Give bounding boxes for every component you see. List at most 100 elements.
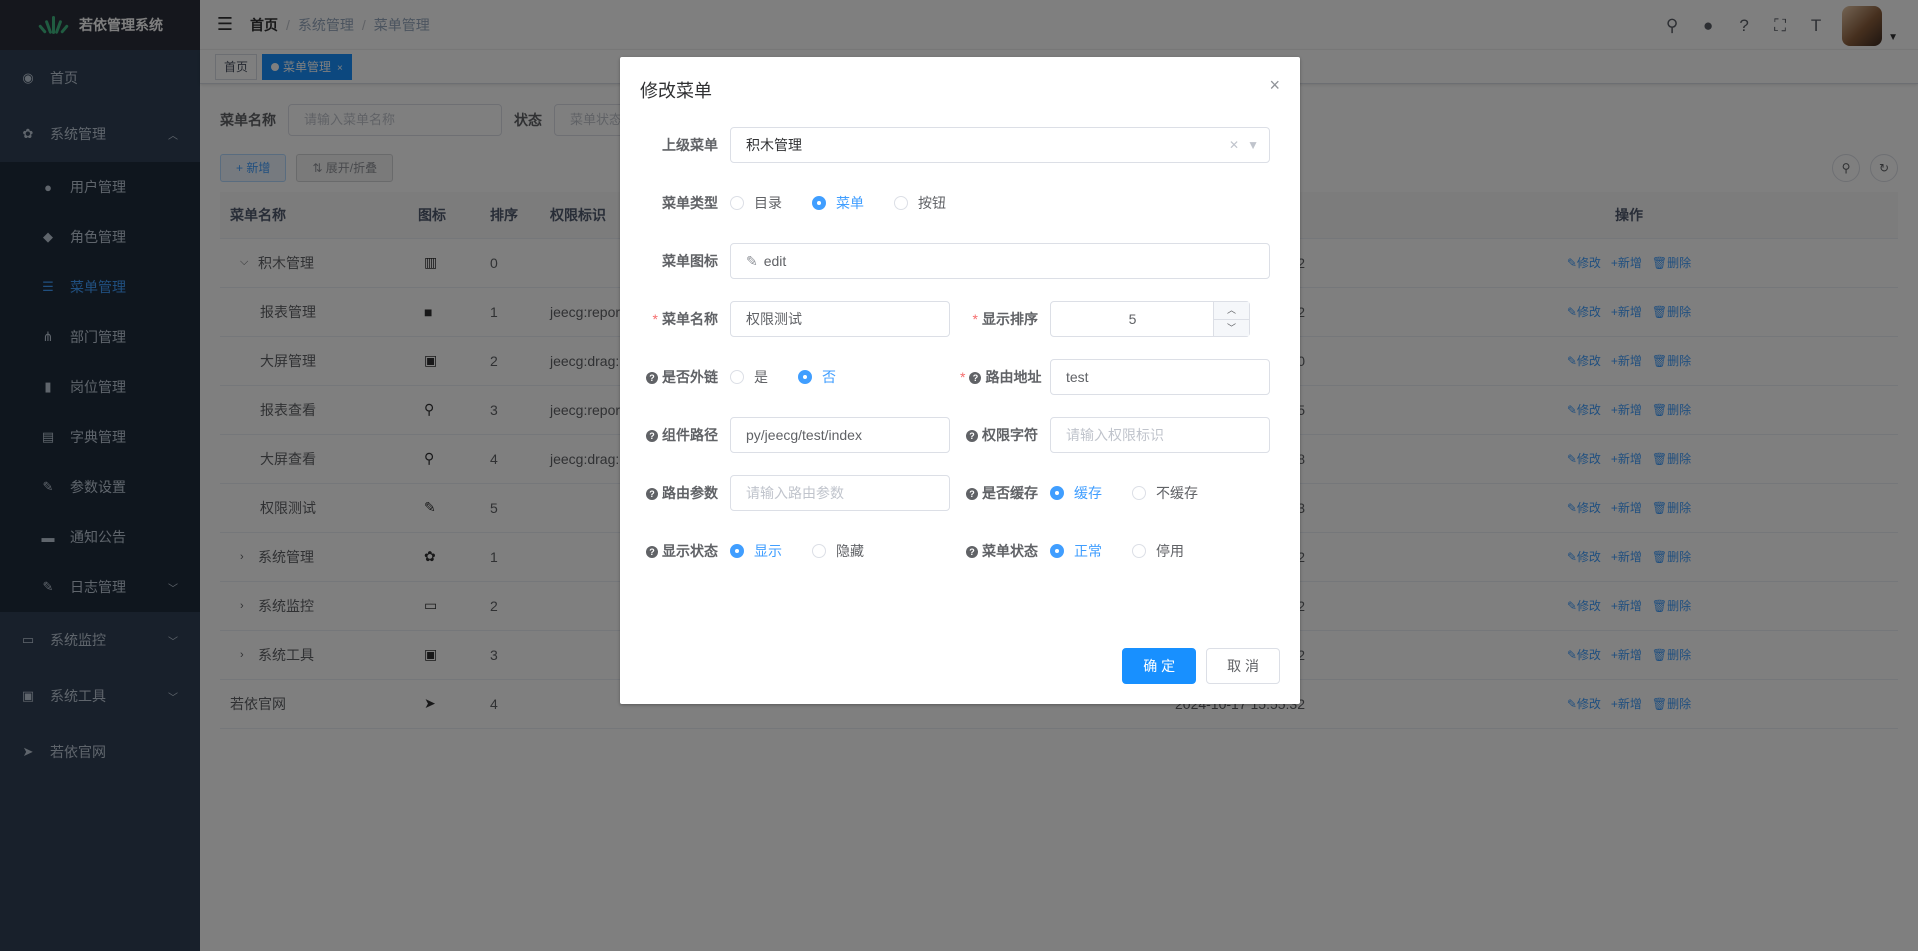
radio-label: 显示	[754, 543, 782, 559]
form-row-frame: ? 是否外链 是否	[640, 359, 836, 395]
form-row-visible: ? 显示状态 显示 隐藏	[640, 533, 864, 569]
close-icon[interactable]: ×	[1269, 75, 1280, 96]
increase-icon[interactable]: ︿	[1214, 302, 1249, 319]
radio-circle	[730, 544, 744, 558]
edit-icon: ✎	[746, 253, 758, 269]
select-icons: ✕ ▼	[1229, 128, 1259, 162]
visible-label: ? 显示状态	[640, 541, 730, 561]
visible-radio-option[interactable]: 隐藏	[812, 541, 864, 561]
radio-circle	[730, 370, 744, 384]
is-frame-label-text: 是否外链	[662, 369, 718, 385]
perms-label: ? 权限字符	[960, 425, 1050, 445]
cancel-button[interactable]: 取 消	[1206, 648, 1280, 684]
cache-radios: 缓存 不缓存	[1050, 483, 1198, 503]
radio-label: 按钮	[918, 195, 946, 211]
radio-label: 正常	[1074, 543, 1102, 559]
radio-circle	[812, 544, 826, 558]
required-mark: *	[960, 369, 966, 385]
form-row-name: * 菜单名称 权限测试	[640, 301, 950, 337]
status-radios: 正常 停用	[1050, 541, 1184, 561]
menu-type-label: 菜单类型	[662, 195, 718, 211]
form-row-parent: 上级菜单 积木管理 ✕ ▼	[640, 127, 1270, 163]
question-icon[interactable]: ?	[646, 372, 658, 384]
cache-radio-option[interactable]: 缓存	[1050, 483, 1102, 503]
component-input[interactable]: py/jeecg/test/index	[730, 417, 950, 453]
type-radio-option[interactable]: 目录	[730, 193, 782, 213]
menu-icon-value: edit	[763, 253, 787, 269]
decrease-icon[interactable]: ﹀	[1214, 318, 1249, 337]
visible-radio-option[interactable]: 显示	[730, 541, 782, 561]
confirm-button[interactable]: 确 定	[1122, 648, 1197, 684]
radio-label: 隐藏	[836, 543, 864, 559]
parent-menu-label: 上级菜单	[662, 137, 718, 153]
status-radio-option[interactable]: 正常	[1050, 541, 1102, 561]
radio-circle	[1050, 486, 1064, 500]
radio-label: 停用	[1156, 543, 1184, 559]
menu-type-radios: 目录 菜单 按钮	[730, 193, 946, 213]
radio-circle	[1050, 544, 1064, 558]
question-icon[interactable]: ?	[969, 372, 982, 384]
radio-label: 菜单	[836, 195, 864, 211]
form-row-type: 菜单类型 目录 菜单 按钮	[640, 185, 946, 221]
is-frame-radios: 是否	[730, 367, 836, 387]
question-icon[interactable]: ?	[966, 488, 978, 500]
menu-name-input[interactable]: 权限测试	[730, 301, 950, 337]
stepper-controls: ︿ ﹀	[1213, 302, 1249, 336]
order-label-text: 显示排序	[982, 311, 1038, 327]
path-input[interactable]: test	[1050, 359, 1270, 395]
question-icon[interactable]: ?	[646, 430, 658, 442]
radio-circle	[1132, 486, 1146, 500]
type-radio-option[interactable]: 按钮	[894, 193, 946, 213]
is-frame-label: ? 是否外链	[640, 367, 730, 387]
radio-label: 缓存	[1074, 485, 1102, 501]
order-stepper[interactable]: 5 ︿ ﹀	[1050, 301, 1250, 337]
required-mark: *	[652, 311, 658, 327]
clear-icon[interactable]: ✕	[1229, 128, 1239, 162]
visible-radios: 显示 隐藏	[730, 541, 864, 561]
query-label: ? 路由参数	[640, 483, 730, 503]
status-label: ? 菜单状态	[960, 541, 1050, 561]
frame-radio-option[interactable]: 否	[798, 367, 836, 387]
radio-label: 是	[754, 369, 768, 385]
menu-name-label: * 菜单名称	[640, 309, 730, 329]
question-icon[interactable]: ?	[646, 488, 658, 500]
caret-down-icon[interactable]: ▼	[1247, 128, 1259, 162]
cache-radio-option[interactable]: 不缓存	[1132, 483, 1198, 503]
visible-label-text: 显示状态	[662, 543, 718, 559]
query-input[interactable]: 请输入路由参数	[730, 475, 950, 511]
status-label-text: 菜单状态	[982, 543, 1038, 559]
form-row-query: ? 路由参数 请输入路由参数	[640, 475, 950, 511]
menu-icon-input[interactable]: ✎ edit	[730, 243, 1270, 279]
radio-label: 目录	[754, 195, 782, 211]
radio-circle	[730, 196, 744, 210]
radio-label: 否	[822, 369, 836, 385]
cache-label: ? 是否缓存	[960, 483, 1050, 503]
dialog-header: 修改菜单 ×	[620, 57, 1300, 113]
radio-circle	[1132, 544, 1146, 558]
required-mark: *	[972, 311, 978, 327]
radio-label: 不缓存	[1156, 485, 1198, 501]
perms-label-text: 权限字符	[982, 427, 1038, 443]
type-radio-option[interactable]: 菜单	[812, 193, 864, 213]
parent-menu-value: 积木管理	[746, 137, 802, 153]
component-label-text: 组件路径	[662, 427, 718, 443]
cache-label-text: 是否缓存	[982, 485, 1038, 501]
form-row-order: * 显示排序 5 ︿ ﹀	[960, 301, 1250, 337]
order-value: 5	[1128, 311, 1137, 327]
status-radio-option[interactable]: 停用	[1132, 541, 1184, 561]
parent-menu-select[interactable]: 积木管理 ✕ ▼	[730, 127, 1270, 163]
radio-circle	[894, 196, 908, 210]
question-icon[interactable]: ?	[646, 546, 658, 558]
form-row-path: *? 路由地址 test	[960, 359, 1270, 395]
form-row-icon: 菜单图标 ✎ edit	[640, 243, 1270, 279]
radio-circle	[798, 370, 812, 384]
component-label: ? 组件路径	[640, 425, 730, 445]
form-row-perms: ? 权限字符 请输入权限标识	[960, 417, 1270, 453]
frame-radio-option[interactable]: 是	[730, 367, 768, 387]
edit-menu-dialog: 修改菜单 × 上级菜单 积木管理 ✕ ▼ 菜单类型 目录 菜单 按钮 菜单图标 ✎ ed…	[620, 57, 1300, 704]
menu-name-label-text: 菜单名称	[662, 311, 718, 327]
path-label: *? 路由地址	[960, 367, 1050, 387]
question-icon[interactable]: ?	[966, 546, 978, 558]
perms-input[interactable]: 请输入权限标识	[1050, 417, 1270, 453]
question-icon[interactable]: ?	[966, 430, 978, 442]
